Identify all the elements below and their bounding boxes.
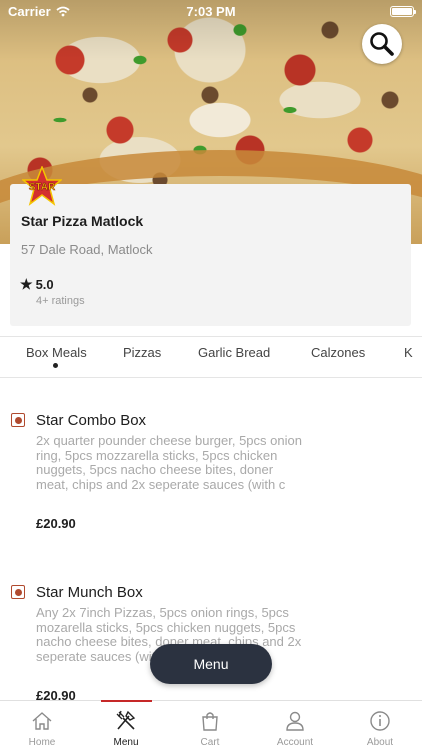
rating-count: 4+ ratings xyxy=(36,295,85,307)
nav-cart[interactable]: Cart xyxy=(168,701,252,750)
search-icon xyxy=(370,32,394,56)
star-pizza-logo: STAR xyxy=(22,166,62,206)
info-icon xyxy=(370,711,390,731)
tab-calzones[interactable]: Calzones xyxy=(311,345,365,360)
item-price: £20.90 xyxy=(36,516,76,531)
restaurant-card: STAR Star Pizza Matlock 57 Dale Road, Ma… xyxy=(10,166,411,326)
bag-icon xyxy=(202,712,218,731)
tab-garlic-bread[interactable]: Garlic Bread xyxy=(198,345,270,360)
tab-box-meals[interactable]: Box Meals xyxy=(26,345,87,360)
account-icon xyxy=(286,711,304,731)
active-tab-indicator xyxy=(53,363,58,368)
bottom-nav: Home Menu Cart Account About xyxy=(0,700,422,750)
nav-account[interactable]: Account xyxy=(253,701,337,750)
nav-home[interactable]: Home xyxy=(0,701,84,750)
status-bar: Carrier 7:03 PM xyxy=(0,0,422,22)
item-description: 2x quarter pounder cheese burger, 5pcs o… xyxy=(36,433,302,492)
restaurant-address: 57 Dale Road, Matlock xyxy=(21,242,153,257)
restaurant-name: Star Pizza Matlock xyxy=(21,213,144,229)
search-button[interactable] xyxy=(362,24,402,64)
item-title: Star Combo Box xyxy=(36,412,147,429)
nav-about[interactable]: About xyxy=(338,701,422,750)
nav-menu[interactable]: Menu xyxy=(84,701,168,750)
category-tabs: Box Meals Pizzas Garlic Bread Calzones K xyxy=(0,336,422,378)
item-select-icon xyxy=(11,413,25,427)
rating-value: 5.0 xyxy=(35,277,54,292)
star-icon: ★ xyxy=(20,276,33,292)
status-time: 7:03 PM xyxy=(186,3,236,19)
home-icon xyxy=(32,712,52,730)
fork-knife-icon xyxy=(116,710,136,730)
item-select-icon xyxy=(11,585,25,599)
tab-pizzas[interactable]: Pizzas xyxy=(123,345,161,360)
svg-text:STAR: STAR xyxy=(29,182,56,193)
rating: ★ 5.0 xyxy=(20,276,54,293)
item-title: Star Munch Box xyxy=(36,584,143,601)
battery-icon xyxy=(390,5,416,17)
tab-partial[interactable]: K xyxy=(404,345,413,360)
menu-button[interactable]: Menu xyxy=(150,644,272,684)
